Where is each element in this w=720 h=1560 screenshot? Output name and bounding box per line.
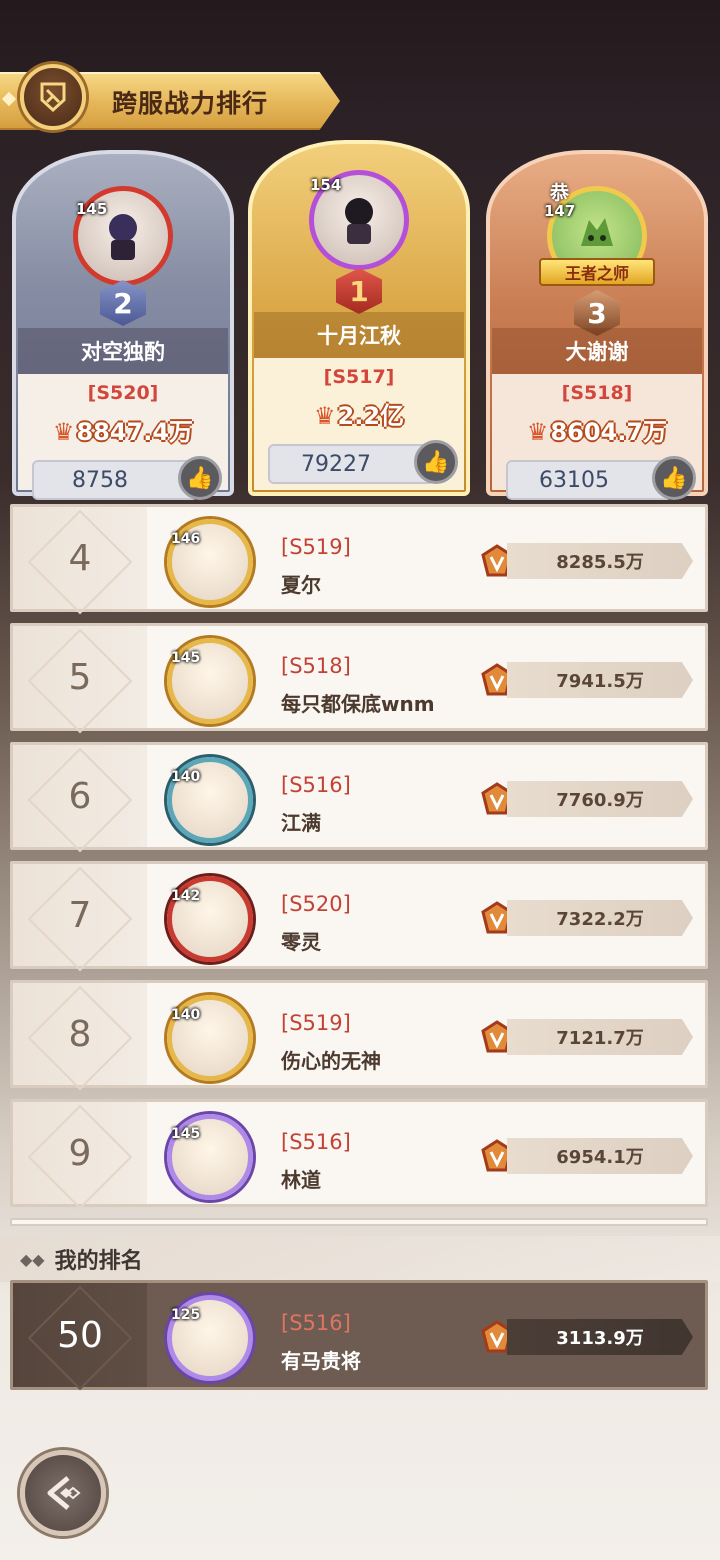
player-level: 142	[171, 888, 201, 904]
player-name: 伤心的无神	[281, 1049, 381, 1073]
diamond-marker-icon: ◆◆	[20, 1249, 45, 1269]
page-title: 跨服战力排行	[112, 89, 269, 118]
server-tag: [S516]	[281, 1311, 351, 1335]
rank-number: 4	[68, 537, 92, 579]
rank-number: 7	[68, 894, 92, 936]
server-tag: [S517]	[323, 366, 395, 388]
thumbs-up-icon[interactable]: 👍	[652, 456, 696, 500]
player-name: 有马贵将	[281, 1349, 361, 1373]
podium-info: [S518] ♛8604.7万 63105 👍	[492, 374, 702, 500]
player-level: 146	[171, 531, 201, 547]
like-count: 79227	[268, 444, 434, 484]
server-tag: [S516]	[281, 1130, 351, 1154]
player-level: 125	[171, 1307, 201, 1323]
ranking-row[interactable]: 7 142 [S520] 零灵 7322.2万	[10, 861, 708, 969]
player-level: 147	[544, 202, 576, 220]
server-tag: [S519]	[281, 1011, 351, 1035]
power-value: 7760.9万	[507, 781, 693, 817]
player-name: 大谢谢	[492, 328, 702, 374]
server-tag: [S520]	[281, 892, 351, 916]
power-value: ♛8847.4万	[52, 418, 194, 446]
podium-info: [S517] ♛2.2亿 79227 👍	[254, 358, 464, 490]
podium-rank-2[interactable]: 145 2 对空独酌 [S520] ♛8847.4万 8758 👍	[12, 150, 234, 500]
server-tag: [S520]	[87, 382, 159, 404]
power-value: 7322.2万	[507, 900, 693, 936]
player-level: 140	[171, 1007, 201, 1023]
rank-number: 50	[57, 1314, 103, 1356]
player-name: 每只都保底wnm	[281, 692, 435, 716]
ranking-row[interactable]: 8 140 [S519] 伤心的无神 7121.7万	[10, 980, 708, 1088]
rank-number: 5	[68, 656, 92, 698]
my-rank-header: ◆◆ 我的排名	[0, 1236, 720, 1282]
podium-rank-1[interactable]: 154 1 十月江秋 [S517] ♛2.2亿 79227 👍	[248, 140, 470, 496]
power-value: 6954.1万	[507, 1138, 693, 1174]
my-rank-row[interactable]: 50 125 [S516] 有马贵将 3113.9万	[10, 1280, 708, 1390]
back-button[interactable]	[20, 1450, 106, 1536]
greeting-mark: 恭	[550, 182, 570, 204]
power-crest-icon: ♛	[313, 402, 336, 430]
player-level: 154	[310, 176, 342, 194]
power-value: ♛2.2亿	[313, 402, 405, 430]
like-count: 63105	[506, 460, 672, 500]
player-name: 对空独酌	[18, 328, 228, 374]
power-value: 7941.5万	[507, 662, 693, 698]
next-row-peek	[10, 1218, 708, 1226]
power-crest-icon: ♛	[526, 418, 549, 446]
player-name: 零灵	[281, 930, 321, 954]
server-tag: [S518]	[281, 654, 351, 678]
server-tag: [S519]	[281, 535, 351, 559]
power-value: 8285.5万	[507, 543, 693, 579]
rank-number: 9	[68, 1132, 92, 1174]
player-name: 十月江秋	[254, 312, 464, 358]
player-level: 145	[171, 650, 201, 666]
player-level: 145	[76, 200, 108, 218]
player-level: 140	[171, 769, 201, 785]
power-value: 7121.7万	[507, 1019, 693, 1055]
power-value: 3113.9万	[507, 1319, 693, 1355]
podium-rank-3[interactable]: 恭 147 王者之师 3 大谢谢 [S518] ♛8604.7万 63105 👍	[486, 150, 708, 500]
server-tag: [S518]	[561, 382, 633, 404]
player-name: 林道	[281, 1168, 321, 1192]
power-crest-icon: ♛	[52, 418, 75, 446]
server-tag: [S516]	[281, 773, 351, 797]
ranking-row[interactable]: 6 140 [S516] 江满 7760.9万	[10, 742, 708, 850]
player-name: 夏尔	[281, 573, 321, 597]
ranking-row[interactable]: 9 145 [S516] 林道 6954.1万	[10, 1099, 708, 1207]
ranking-row[interactable]: 4 146 [S519] 夏尔 8285.5万	[10, 504, 708, 612]
ranking-emblem-icon	[20, 64, 86, 130]
back-arrow-icon	[47, 1476, 81, 1510]
my-rank-label: 我的排名	[54, 1249, 143, 1274]
title-tag: 王者之师	[539, 258, 655, 286]
player-name: 江满	[281, 811, 321, 835]
thumbs-up-icon[interactable]: 👍	[178, 456, 222, 500]
player-level: 145	[171, 1126, 201, 1142]
rank-number: 6	[68, 775, 92, 817]
ranking-row[interactable]: 5 145 [S518] 每只都保底wnm 7941.5万	[10, 623, 708, 731]
rank-number: 8	[68, 1013, 92, 1055]
podium-info: [S520] ♛8847.4万 8758 👍	[18, 374, 228, 500]
thumbs-up-icon[interactable]: 👍	[414, 440, 458, 484]
power-value: ♛8604.7万	[526, 418, 668, 446]
like-count: 8758	[32, 460, 198, 500]
